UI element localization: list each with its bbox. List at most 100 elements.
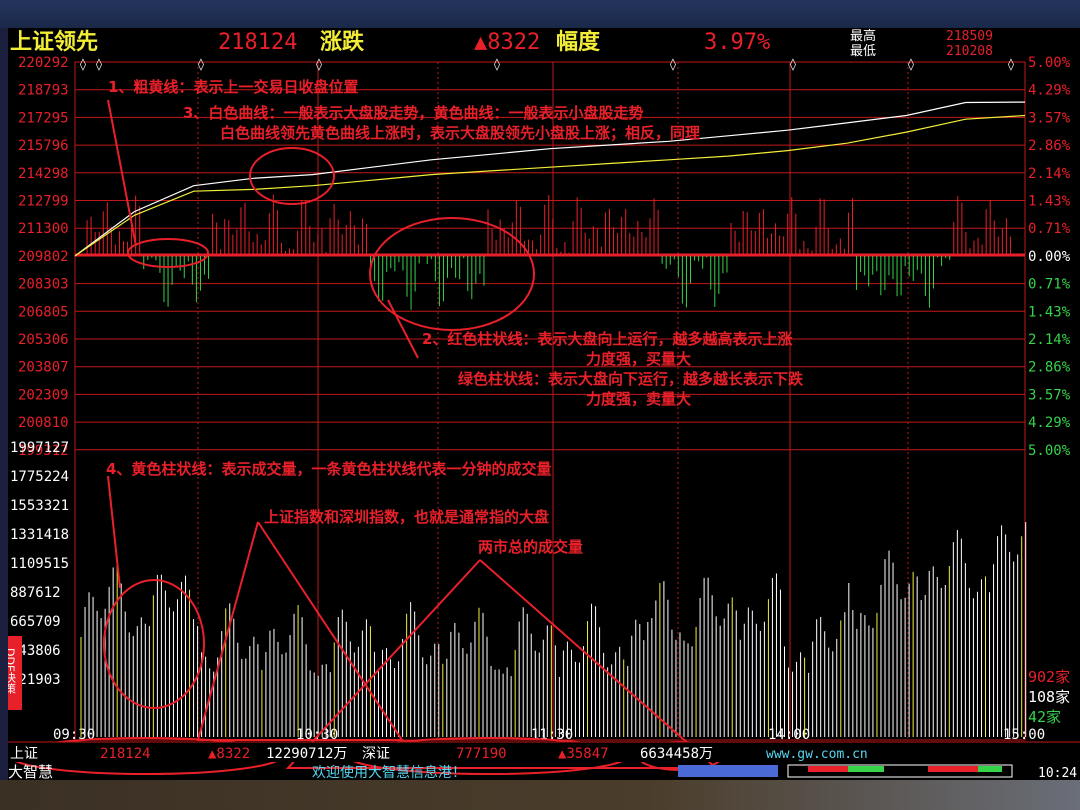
event-marker: ◊: [1008, 57, 1014, 71]
header-low-label: 最低: [850, 44, 876, 59]
header-high-label: 最高: [850, 28, 876, 44]
price-tick-label: 202309: [18, 387, 69, 403]
price-tick-label: 211300: [18, 221, 69, 237]
meter-red-1: [808, 766, 848, 772]
decliners-count: 42家: [1028, 708, 1061, 726]
chart-grid: [75, 61, 1025, 738]
note-1: 1、粗黄线：表示上一交易日收盘位置: [108, 78, 358, 96]
note-3a: 3、白色曲线：一般表示大盘股走势，黄色曲线：一般表示小盘股走势: [183, 104, 643, 122]
intraday-chart: 上证领先 218124 涨跌 ▲8322 幅度 3.97% 最高 最低 2185…: [8, 28, 1080, 780]
pointer-line-2: [387, 299, 419, 359]
volume-tick-label: 1997127: [10, 440, 69, 456]
header-low-value: 210208: [946, 44, 993, 59]
time-tick-label: 14:00: [768, 727, 810, 743]
price-tick-label: 212799: [18, 194, 69, 210]
percent-tick-label: 5.00%: [1028, 443, 1071, 459]
price-tick-label: 205306: [18, 332, 69, 348]
status-time: 10:24: [1038, 766, 1077, 780]
event-marker: ◊: [96, 57, 102, 71]
unchanged-count: 108家: [1028, 688, 1070, 706]
price-tick-label: 218793: [18, 83, 69, 99]
percent-tick-label: 1.43%: [1028, 194, 1071, 210]
volume-tick-label: 1553321: [10, 498, 69, 514]
status-sz-volume: 6634458万: [640, 746, 713, 762]
volume-tick-label: 887612: [10, 585, 61, 601]
event-marker: ◊: [790, 57, 796, 71]
note-4: 4、黄色柱状线：表示成交量，一条黄色柱状线代表一分钟的成交量: [106, 460, 551, 478]
price-tick-label: 209802: [18, 249, 69, 265]
price-tick-label: 206805: [18, 304, 69, 320]
event-marker: ◊: [908, 57, 914, 71]
percent-tick-label: 0.00%: [1028, 249, 1071, 265]
percent-tick-label: 4.29%: [1028, 83, 1071, 99]
header-range-label: 幅度: [556, 29, 601, 55]
percent-tick-label: 3.57%: [1028, 387, 1071, 403]
meter-green-2: [978, 766, 1002, 772]
percent-tick-label: 0.71%: [1028, 277, 1071, 293]
slide-bottom-band: [0, 780, 1080, 810]
price-tick-label: 200810: [18, 415, 69, 431]
event-marker: ◊: [316, 57, 322, 71]
note-2c: 绿色柱状线：表示大盘向下运行，越多越长表示下跌: [458, 370, 804, 388]
percent-tick-label: 4.29%: [1028, 415, 1071, 431]
percent-tick-label: 3.57%: [1028, 110, 1071, 126]
pointer-line-4: [107, 475, 121, 589]
volume-tick-label: 1331418: [10, 527, 69, 543]
price-tick-label: 203807: [18, 360, 69, 376]
status-sh-volume: 12290712万: [266, 746, 347, 762]
chart-frame: [74, 61, 1026, 741]
header-high-value: 218509: [946, 29, 993, 44]
header-index-value: 218124: [218, 30, 297, 55]
updown-bars: [86, 194, 1011, 310]
note-2d: 力度强，卖量大: [586, 390, 691, 408]
status-url[interactable]: www.gw.com.cn: [766, 747, 868, 762]
volume-tick-label: 1775224: [10, 469, 69, 485]
status-bar: [8, 742, 1080, 762]
price-tick-label: 214298: [18, 166, 69, 182]
percent-tick-label: 2.86%: [1028, 360, 1071, 376]
meter-green-1: [848, 766, 884, 772]
status-app-name: 大智慧: [8, 763, 53, 780]
event-markers: ◊ ◊ ◊ ◊ ◊ ◊ ◊ ◊ ◊: [80, 57, 1014, 71]
event-marker: ◊: [670, 57, 676, 71]
triangle-market: [196, 521, 404, 741]
header-change-value: ▲8322: [474, 30, 540, 55]
percent-tick-label: 2.14%: [1028, 166, 1071, 182]
percent-tick-label: 5.00%: [1028, 55, 1071, 71]
price-tick-label: 217295: [18, 110, 69, 126]
status-sz-change: ▲35847: [558, 746, 609, 762]
volume-tick-label: 1109515: [10, 556, 69, 572]
status-sz-label: 深证: [362, 746, 390, 762]
price-tick-label: 208303: [18, 277, 69, 293]
event-marker: ◊: [198, 57, 204, 71]
price-tick-label: 220292: [18, 55, 69, 71]
event-marker: ◊: [494, 57, 500, 71]
dde-tab-label: DDE决策: [8, 648, 17, 694]
progress-indicator: [678, 765, 778, 777]
price-tick-label: 215796: [18, 138, 69, 154]
circle-volume: [103, 579, 205, 709]
stock-chart-panel: 上证领先 218124 涨跌 ▲8322 幅度 3.97% 最高 最低 2185…: [8, 28, 1080, 780]
advancers-count: 902家: [1028, 668, 1070, 686]
slide-top-band: [0, 0, 1080, 28]
chart-title: 上证领先: [10, 29, 98, 55]
status-sh-change: ▲8322: [208, 746, 250, 762]
percent-tick-label: 1.43%: [1028, 304, 1071, 320]
percent-tick-label: 2.14%: [1028, 332, 1071, 348]
status-welcome: 欢迎使用大智慧信息港！: [312, 764, 466, 780]
status-sh-label: 上证: [10, 746, 38, 762]
status-sh-value: 218124: [100, 746, 151, 762]
percent-tick-label: 2.86%: [1028, 138, 1071, 154]
right-axis-ticks: 5.00% 4.29% 3.57% 2.86% 2.14% 1.43% 0.71% 0.00%…: [1028, 55, 1071, 459]
meter-red-2: [928, 766, 978, 772]
note-market: 上证指数和深圳指数，也就是通常指的大盘: [264, 508, 549, 526]
note-3b: 白色曲线领先黄色曲线上涨时，表示大盘股领先小盘股上涨；相反，同理: [220, 124, 700, 142]
left-axis-ticks: 220292 218793 217295 215796 214298 212799 2113…: [18, 55, 69, 459]
volume-tick-label: 665709: [10, 614, 61, 630]
percent-tick-label: 0.71%: [1028, 221, 1071, 237]
event-marker: ◊: [80, 57, 86, 71]
status-sz-value: 777190: [456, 746, 507, 762]
note-2a: 2、红色柱状线：表示大盘向上运行，越多越高表示上涨: [422, 330, 792, 348]
header-range-value: 3.97%: [704, 30, 770, 55]
header-change-label: 涨跌: [320, 29, 365, 55]
